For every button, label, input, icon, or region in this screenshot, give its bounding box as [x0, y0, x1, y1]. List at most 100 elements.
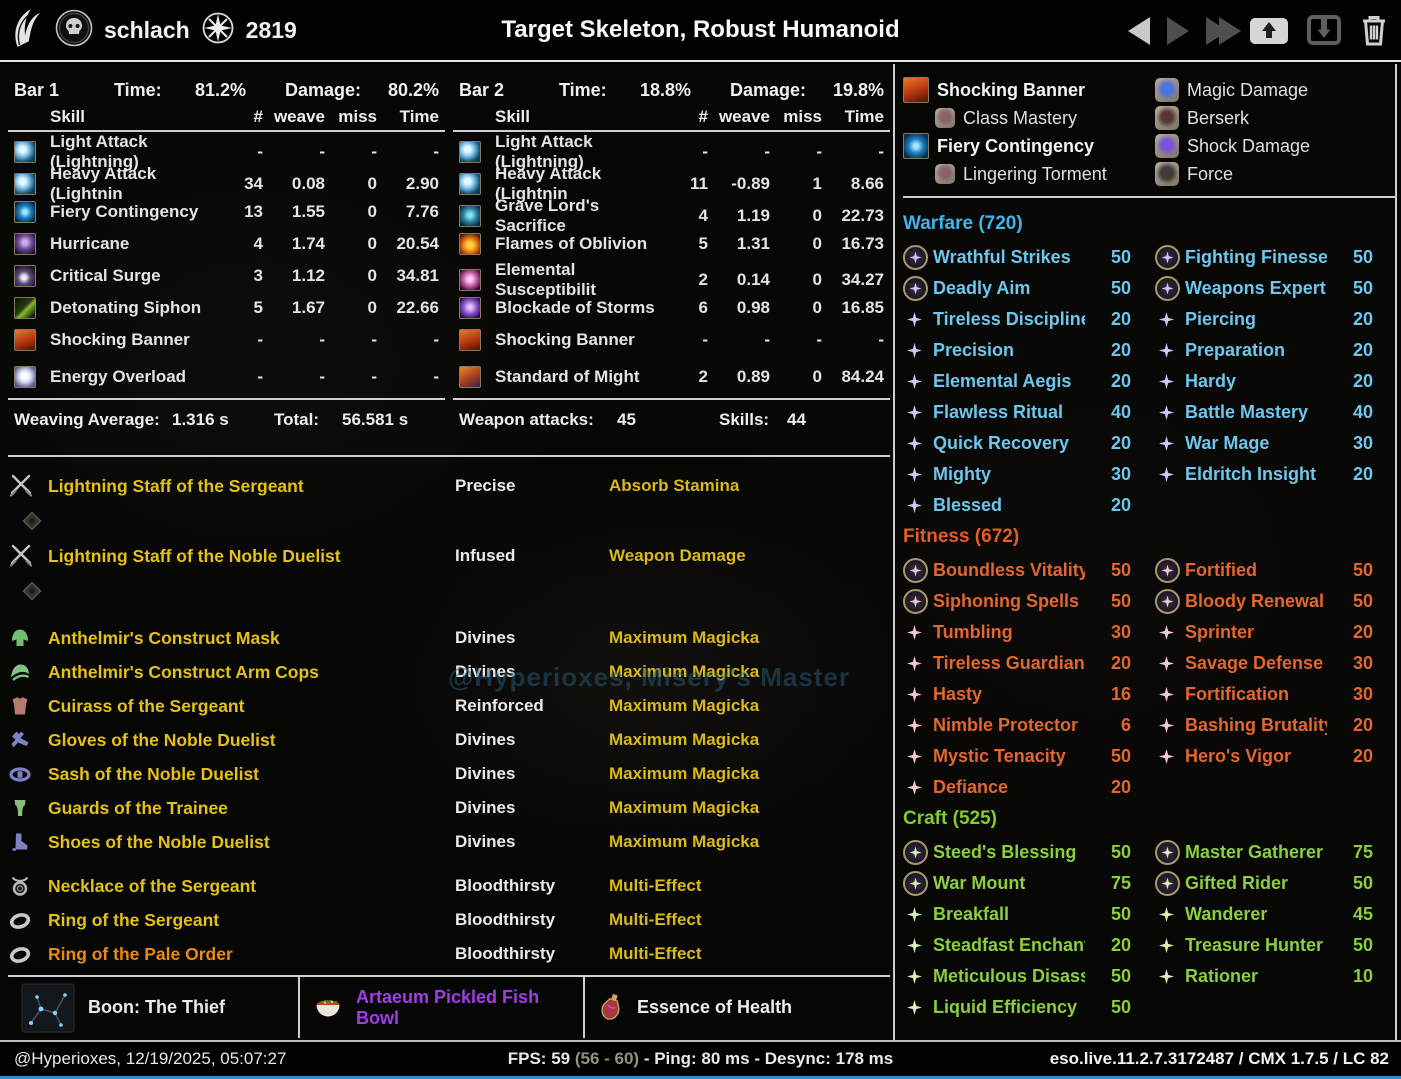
gear-row: Necklace of the Sergeant Bloodthirsty Mult…	[8, 869, 890, 903]
skill-count: -	[702, 142, 708, 161]
cp-row: Nimble Protector 6 Bashing Brutality 20	[903, 710, 1393, 741]
skill-count: -	[257, 367, 263, 386]
skill-weave: 0.14	[736, 270, 770, 289]
cp-row: Tireless Discipline 20 Piercing 20	[903, 304, 1393, 335]
cp-star-name: Meticulous Disass	[933, 966, 1085, 986]
title-bar: schlach 2819 Target Skeleton, Robust Hum…	[0, 0, 1401, 62]
buff-right-cell: Magic Damage	[1155, 78, 1393, 102]
enchant-effect-name: Magic Damage	[1187, 79, 1309, 100]
skill-count: 2	[698, 367, 708, 386]
last-fight-button[interactable]	[1202, 13, 1241, 49]
summary-label-1: Weaving Average:	[14, 410, 160, 429]
skill-weave: -	[319, 367, 325, 386]
cp-star-name: Tireless Discipline	[933, 309, 1085, 329]
cp-star-name: Tumbling	[933, 622, 1013, 642]
cp-star-points: 50	[1352, 873, 1373, 893]
cp-star-points: 30	[1110, 464, 1131, 484]
cp-star-name: Gifted Rider	[1185, 873, 1289, 893]
bar-label: Bar 1	[14, 79, 60, 100]
cp-star-name: Precision	[933, 340, 1015, 360]
previous-fight-button[interactable]	[1124, 13, 1154, 49]
bar-table-2: Bar 2 Time: 18.8% Damage: 19.8% Skill # weave mi…	[453, 72, 890, 438]
cp-star-cell: Tireless Discipline 20	[903, 304, 1155, 335]
cp-star-points: 45	[1352, 904, 1373, 924]
skill-time: 7.76	[405, 202, 439, 221]
cp-star-points: 50	[1110, 966, 1131, 986]
toolbar	[1124, 0, 1393, 62]
consumable-label: Boon: The Thief	[88, 997, 225, 1017]
star-icon	[907, 780, 922, 795]
grave-lords-sacrifice-icon	[459, 205, 481, 227]
crossed-swords-icon	[8, 543, 48, 569]
gear-row: Shoes of the Noble Duelist Divines Maximum…	[8, 825, 890, 859]
gear-trait: Infused	[455, 546, 516, 565]
cp-star-points: 20	[1110, 935, 1131, 955]
light-attack-icon	[459, 141, 481, 163]
skill-weave: 1.67	[291, 298, 325, 317]
cp-star-name: Rationer	[1185, 966, 1259, 986]
star-icon	[1161, 595, 1174, 608]
cp-star-name: Savage Defense	[1185, 653, 1324, 673]
blockade-of-storms-icon	[459, 297, 481, 319]
cp-star-cell: Defiance 20	[903, 772, 1155, 803]
skull-emblem-icon	[55, 9, 93, 52]
cp-star-name: Hardy	[1185, 371, 1237, 391]
buff-left-cell: Class Mastery	[903, 108, 1155, 129]
star-icon	[1159, 656, 1174, 671]
buff-right-cell: Berserk	[1155, 106, 1393, 130]
skill-miss: 0	[812, 234, 822, 253]
buff-right-cell: Force	[1155, 162, 1393, 186]
buff-panel: Shocking Banner Magic Damage Class Mastery…	[903, 76, 1393, 188]
star-icon	[1159, 907, 1174, 922]
poison-slot-icon	[19, 508, 45, 534]
cp-star-points: 50	[1352, 935, 1373, 955]
skill-count: 34	[244, 174, 263, 193]
slotted-star-icon	[903, 589, 928, 614]
cp-star-cell: Liquid Efficiency 50	[903, 992, 1155, 1023]
col-time: Time	[399, 107, 439, 126]
cp-star-name: Master Gatherer	[1185, 842, 1324, 862]
skill-miss: 0	[367, 266, 377, 285]
cp-star-name: Quick Recovery	[933, 433, 1070, 453]
next-fight-button[interactable]	[1163, 13, 1193, 49]
cp-star-cell: Boundless Vitality 50	[903, 555, 1155, 586]
skill-count: -	[702, 330, 708, 349]
save-report-button[interactable]	[1245, 10, 1293, 53]
cp-star-name: Steed's Blessing	[933, 842, 1077, 862]
damage-label: Damage:	[285, 79, 362, 100]
cp-star-name: Blessed	[933, 495, 1003, 515]
glyph-berserk-icon	[1155, 106, 1179, 130]
cp-star-points: 50	[1110, 591, 1131, 611]
food-bowl-icon	[313, 994, 343, 1022]
bar-summary: Weaving Average: 1.316 s Total: 56.581 s	[8, 398, 445, 438]
cp-star-cell: Gifted Rider 50	[1155, 868, 1393, 899]
buff-right-cell: Shock Damage	[1155, 134, 1393, 158]
slotted-star-icon	[903, 558, 928, 583]
cp-star-name: Fortification	[1185, 684, 1289, 704]
legs-icon	[8, 796, 48, 820]
star-icon	[909, 564, 922, 577]
skill-time: 8.66	[850, 174, 884, 193]
cp-star-cell	[1155, 490, 1393, 521]
skill-time: 84.24	[841, 367, 884, 386]
heavy-attack-icon	[14, 173, 36, 195]
cp-star-points: 20	[1110, 495, 1131, 515]
skill-row: Shocking Banner - - - -	[8, 324, 445, 356]
cp-star-points: 20	[1110, 433, 1131, 453]
col-count: #	[253, 107, 263, 126]
delete-fight-button[interactable]	[1355, 9, 1393, 54]
seal-script-icon	[935, 164, 955, 184]
gear-row: Ring of the Sergeant Bloodthirsty Multi-Ef…	[8, 903, 890, 937]
cp-star-name: Tireless Guardian	[933, 653, 1085, 673]
cp-star-points: 20	[1352, 340, 1373, 360]
skill-time: -	[433, 330, 439, 349]
skill-name: Detonating Siphon	[50, 298, 202, 317]
cp-star-cell: Hasty 16	[903, 679, 1155, 710]
load-report-button[interactable]	[1302, 10, 1346, 53]
cp-star-name: Steadfast Enchant	[933, 935, 1085, 955]
gear-enchant: Multi-Effect	[609, 944, 702, 963]
skill-row: Critical Surge 3 1.12 0 34.81	[8, 260, 445, 292]
buff-left-cell: Shocking Banner	[903, 77, 1155, 103]
cp-row: Precision 20 Preparation 20	[903, 335, 1393, 366]
summary-value-1: 45	[617, 410, 636, 429]
